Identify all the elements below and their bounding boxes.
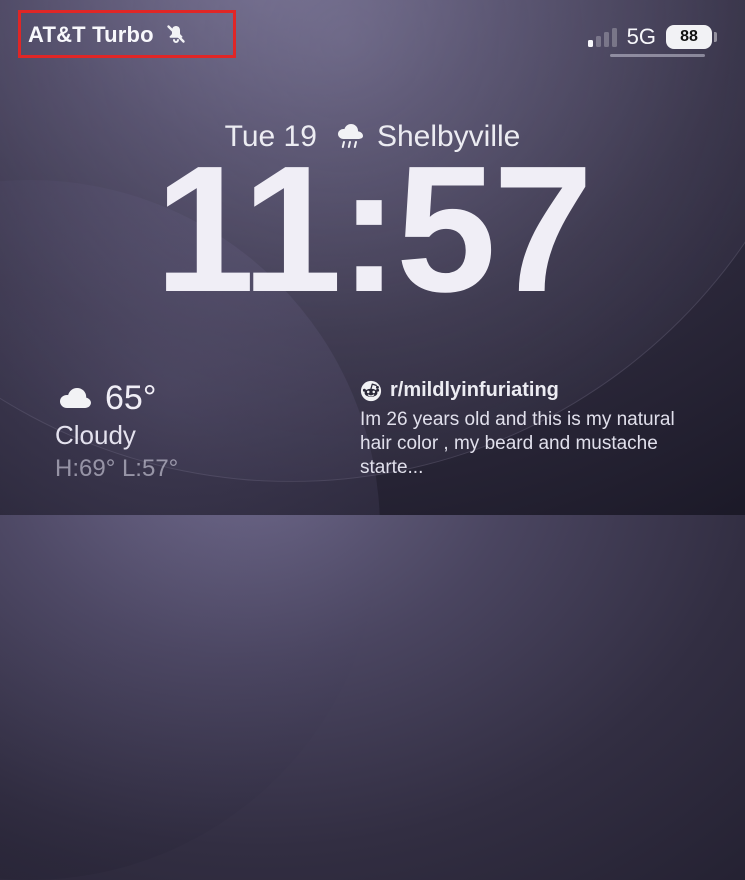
status-bar: AT&T Turbo 5G 88	[0, 20, 745, 50]
status-underline	[610, 54, 705, 57]
reddit-icon	[360, 380, 382, 402]
cellular-signal-icon	[588, 28, 617, 47]
notification-widget[interactable]: r/mildlyinfuriating Im 26 years old and …	[360, 379, 690, 479]
notification-title: r/mildlyinfuriating	[390, 379, 559, 402]
lock-screen-time: 11:57	[0, 140, 745, 320]
network-type-label: 5G	[627, 24, 656, 50]
battery-percent: 88	[680, 28, 698, 46]
weather-widget[interactable]: 65° Cloudy H:69° L:57°	[55, 379, 178, 483]
battery-indicator: 88	[666, 25, 717, 49]
weather-condition: Cloudy	[55, 420, 178, 451]
silent-mode-icon	[164, 23, 188, 47]
cloud-icon	[55, 384, 95, 414]
notification-body: Im 26 years old and this is my natural h…	[360, 408, 690, 479]
weather-temperature: 65°	[105, 379, 156, 418]
weather-high-low: H:69° L:57°	[55, 455, 178, 483]
carrier-label: AT&T Turbo	[28, 22, 154, 48]
